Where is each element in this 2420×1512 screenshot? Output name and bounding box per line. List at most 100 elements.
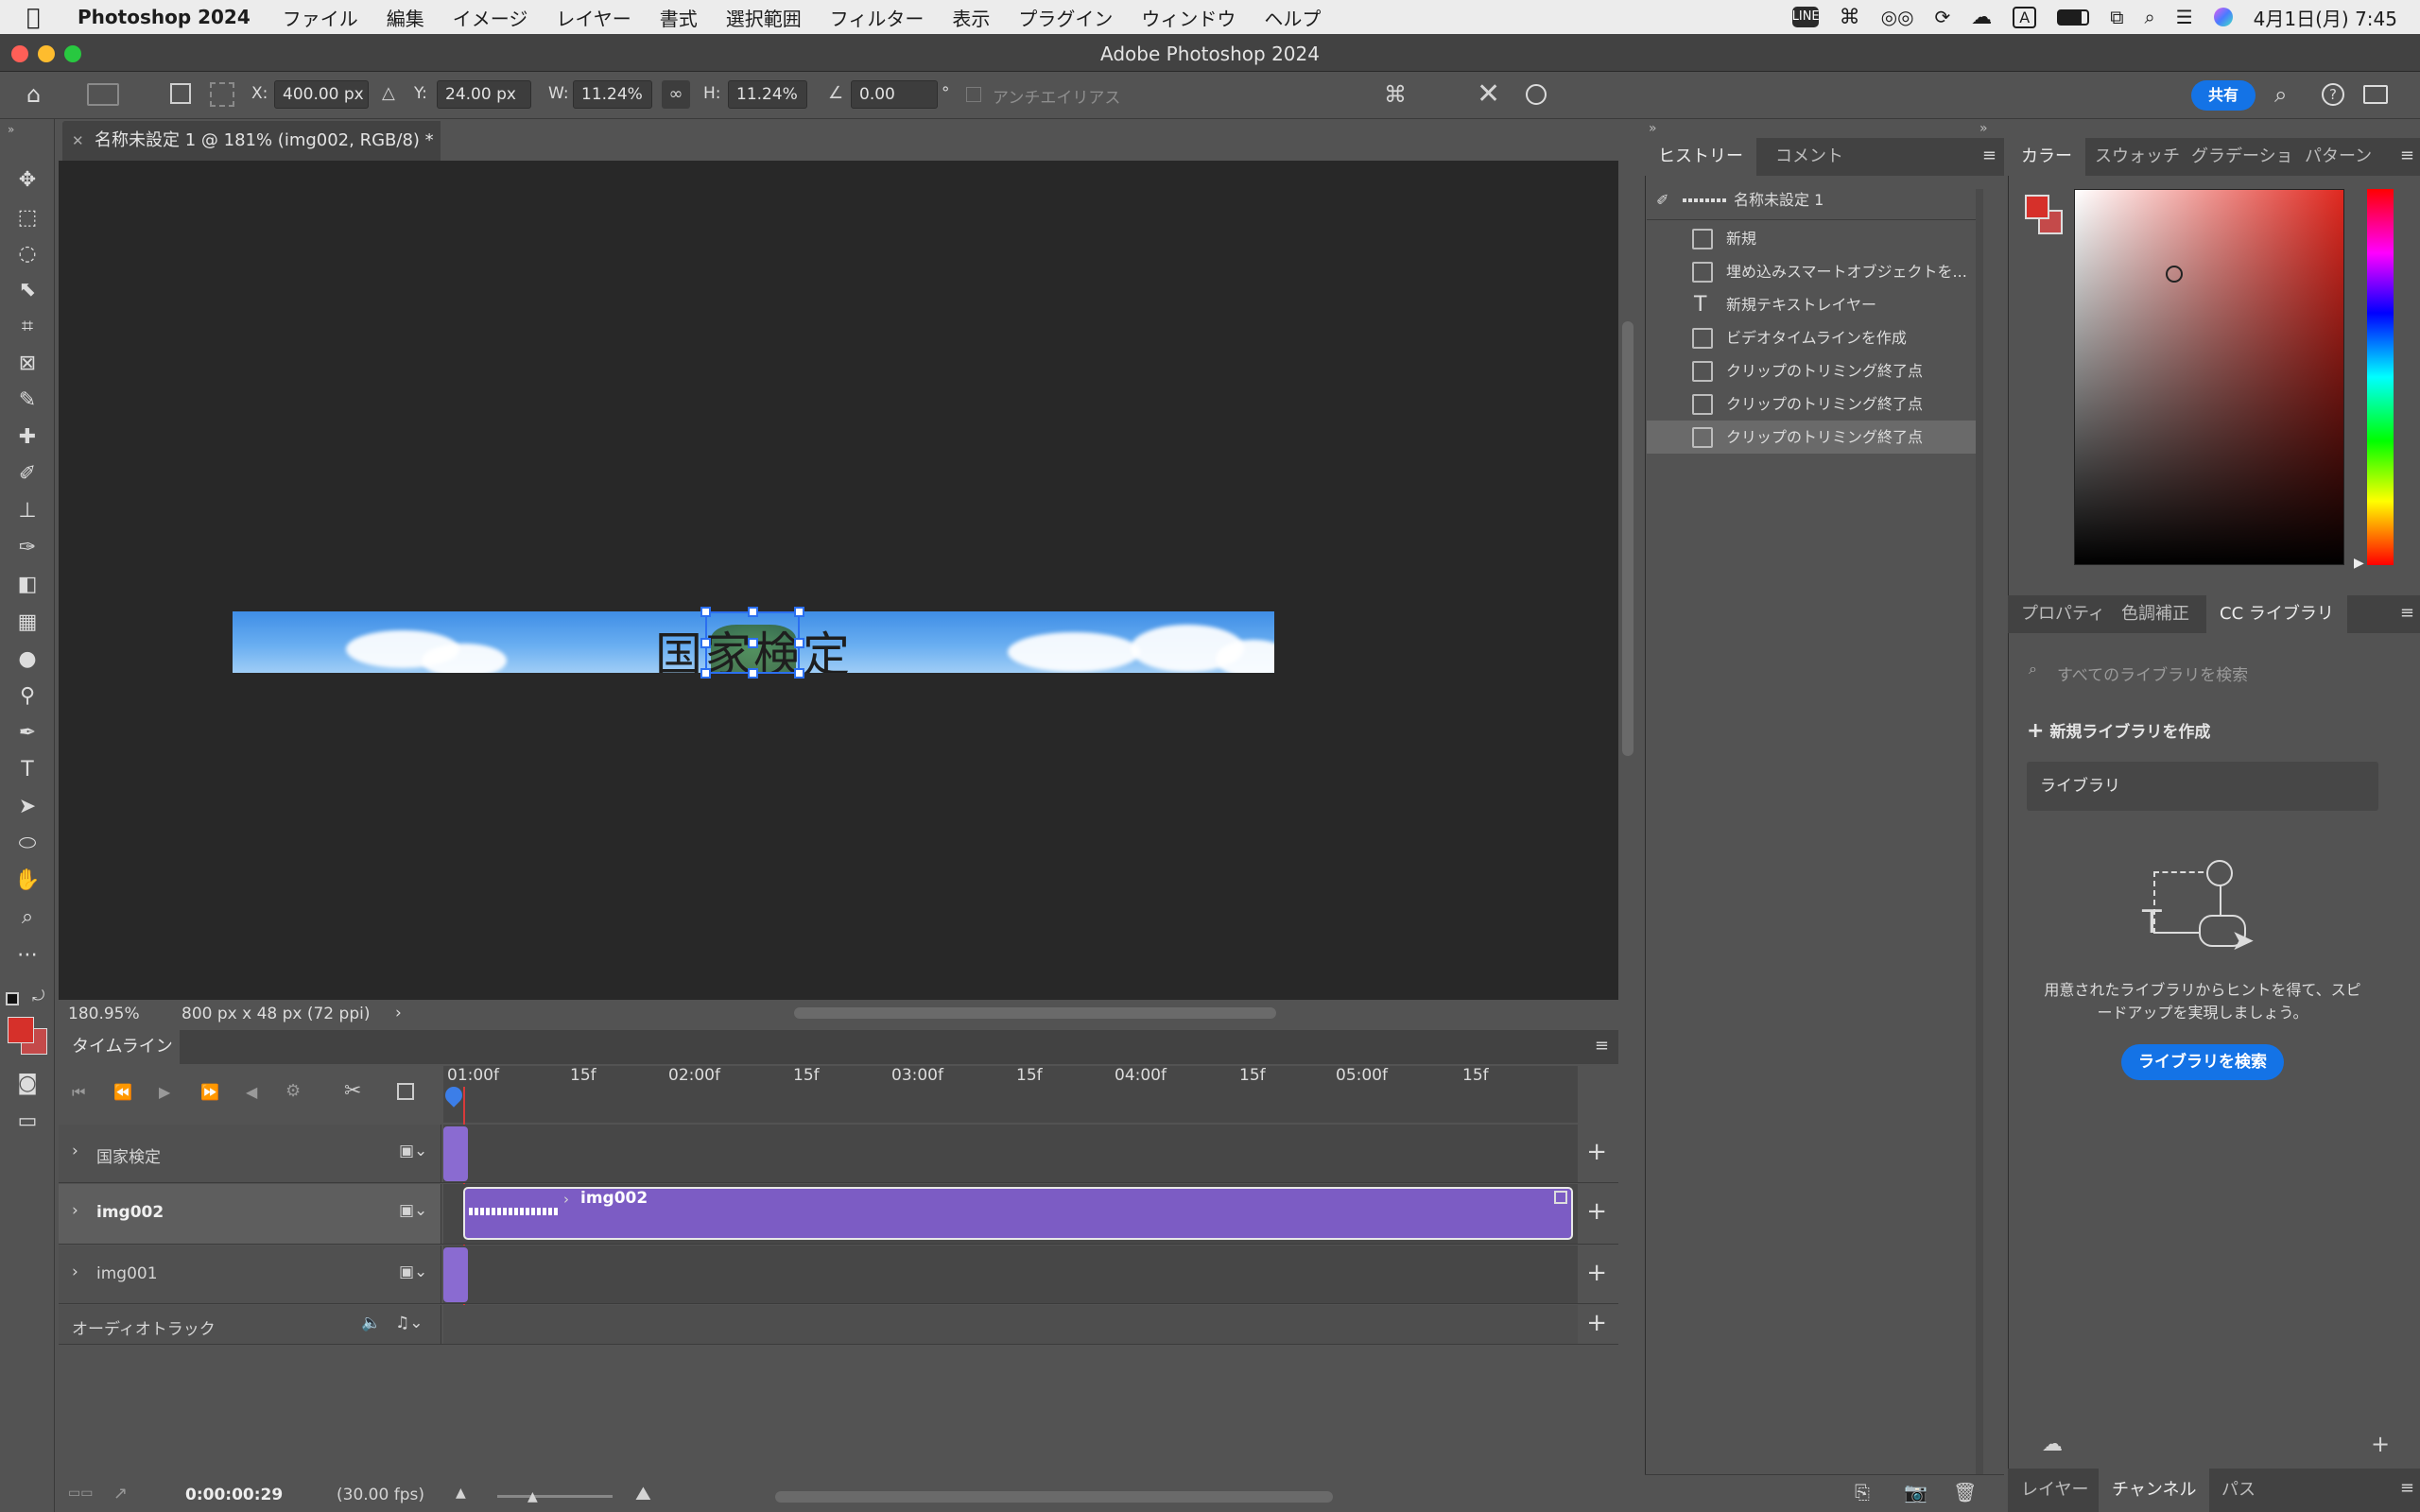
pen-tool-icon[interactable]: ✒ (13, 719, 42, 747)
track-row[interactable]: › img001 ▣⌄ + (59, 1246, 1618, 1304)
expand-track-icon[interactable]: › (72, 1142, 78, 1160)
film-strip-icon[interactable]: ▣⌄ (399, 1263, 427, 1281)
apple-icon[interactable]:  (26, 4, 55, 30)
color-picker-field[interactable] (2074, 189, 2344, 565)
collapse-panel-icon[interactable]: » (1649, 121, 1657, 136)
library-search[interactable]: ⌕ すべてのライブラリを検索 (2027, 654, 2378, 690)
tab-gradients[interactable]: グラデーショ (2178, 138, 2307, 176)
color-panel-foreground-swatch[interactable] (2025, 195, 2049, 219)
add-media-icon[interactable]: + (1586, 1138, 1607, 1166)
history-brush-source-icon[interactable]: ✐ (1656, 183, 1668, 216)
menu-plugins[interactable]: プラグイン (1018, 4, 1113, 31)
dodge-tool-icon[interactable]: ⚲ (13, 682, 42, 711)
render-video-icon[interactable]: ↗ (113, 1484, 128, 1503)
clip-chevron-icon[interactable]: › (563, 1191, 569, 1208)
clone-stamp-tool-icon[interactable]: ⊥ (13, 497, 42, 525)
canvas-horizontal-scrollbar[interactable] (794, 1007, 1276, 1019)
library-search-input[interactable]: すべてのライブラリを検索 (2057, 662, 2248, 685)
eraser-tool-icon[interactable]: ◧ (13, 571, 42, 599)
expand-panels-icon[interactable]: » (1979, 121, 1988, 136)
playhead[interactable] (441, 1083, 466, 1108)
foreground-color-swatch[interactable] (8, 1017, 34, 1043)
tab-comments[interactable]: コメント (1762, 138, 1857, 176)
reference-point-toggle[interactable] (170, 83, 191, 104)
audio-mute-icon[interactable]: ◀ (246, 1083, 257, 1101)
share-button[interactable]: 共有 (2191, 80, 2256, 111)
panel-menu-icon[interactable]: ≡ (2400, 1478, 2414, 1498)
history-state[interactable]: クリップのトリミング終了点 (1647, 354, 1981, 387)
tab-channels[interactable]: チャンネル (2099, 1469, 2210, 1512)
spotlight-search-icon[interactable]: ⌕ (2145, 6, 2155, 28)
gradient-tool-icon[interactable]: ▦ (13, 609, 42, 637)
transform-mode-icon[interactable] (87, 83, 119, 106)
control-center-icon[interactable]: ☰ (2176, 6, 2193, 28)
height-field[interactable]: 11.24% (728, 80, 807, 109)
history-brush-tool-icon[interactable]: ✑ (13, 534, 42, 562)
tab-cc-libraries[interactable]: CC ライブラリ (2206, 595, 2347, 633)
canvas-vertical-scrollbar[interactable] (1622, 321, 1634, 756)
glasses-icon[interactable]: ◎◎ (1881, 6, 1914, 28)
timeline-tab[interactable]: タイムライン (59, 1030, 180, 1064)
ellipse-tool-icon[interactable]: ⬭ (13, 830, 42, 858)
menu-edit[interactable]: 編集 (387, 4, 424, 31)
zoom-level[interactable]: 180.95% (68, 1005, 140, 1023)
speaker-icon[interactable]: 🔈 (361, 1314, 381, 1332)
hue-slider-thumb[interactable]: ▶ (2354, 556, 2364, 571)
history-state[interactable]: 埋め込みスマートオブジェクトを... (1647, 255, 1981, 288)
color-picker-cursor[interactable] (2166, 266, 2183, 283)
blur-tool-icon[interactable]: ● (13, 645, 42, 674)
zoom-out-timeline-icon[interactable]: ▲ (456, 1486, 466, 1501)
canvas-area[interactable] (59, 161, 1618, 1000)
clip-menu-icon[interactable] (1554, 1191, 1567, 1204)
tab-paths[interactable]: パス (2208, 1469, 2269, 1512)
video-clip[interactable]: › img002 (463, 1187, 1573, 1240)
panel-menu-icon[interactable]: ≡ (1982, 146, 1996, 165)
timeline-ruler[interactable]: 01:00f 15f 02:00f 15f 03:00f 15f 04:00f … (441, 1066, 1578, 1123)
object-selection-tool-icon[interactable]: ⬉ (13, 276, 42, 304)
line-icon[interactable]: LINE (1791, 7, 1820, 27)
transform-handle[interactable] (700, 638, 711, 648)
menu-help[interactable]: ヘルプ (1264, 4, 1321, 31)
x-position-field[interactable]: 400.00 px (274, 80, 369, 109)
add-library-icon[interactable]: + (2371, 1431, 2390, 1457)
tab-properties[interactable]: プロパティ (2008, 595, 2118, 633)
new-library-button[interactable]: + 新規ライブラリを作成 (2027, 718, 2210, 743)
default-colors-icon[interactable] (6, 992, 19, 1005)
menu-filter[interactable]: フィルター (830, 4, 925, 31)
split-clip-icon[interactable]: ✂ (344, 1079, 361, 1103)
more-tools-icon[interactable]: ⋯ (13, 941, 42, 970)
transform-handle[interactable] (794, 607, 804, 617)
tab-patterns[interactable]: パターン (2291, 138, 2385, 176)
menu-layer[interactable]: レイヤー (556, 4, 631, 31)
command-icon[interactable]: ⌘ (1840, 6, 1860, 29)
antialias-checkbox[interactable] (966, 87, 981, 102)
play-icon[interactable]: ▶ (159, 1083, 170, 1101)
search-libraries-button[interactable]: ライブラリを検索 (2121, 1044, 2284, 1080)
screen-mode-icon[interactable]: ▭ (13, 1108, 42, 1136)
marquee-tool-icon[interactable]: ⬚ (13, 204, 42, 232)
history-snapshot[interactable]: ✐ 名称未設定 1 (1647, 183, 1981, 216)
next-frame-icon[interactable]: ⏩ (200, 1083, 219, 1101)
zoom-slider-thumb[interactable]: ▲ (527, 1489, 538, 1504)
status-chevron-icon[interactable]: › (395, 1004, 402, 1022)
menu-image[interactable]: イメージ (453, 4, 528, 31)
cloud-icon[interactable]: ☁ (2042, 1433, 2063, 1456)
battery-icon[interactable] (2057, 9, 2090, 26)
healing-brush-tool-icon[interactable]: ✚ (13, 423, 42, 452)
transform-handle[interactable] (794, 668, 804, 679)
timeline-scrollbar[interactable] (775, 1491, 1333, 1503)
track-row[interactable]: オーディオトラック 🔈 ♫⌄ + (59, 1305, 1618, 1345)
menu-view[interactable]: 表示 (952, 4, 990, 31)
frame-tool-icon[interactable]: ⊠ (13, 350, 42, 378)
history-state-selected[interactable]: クリップのトリミング終了点 (1647, 421, 1981, 454)
zoom-in-timeline-icon[interactable]: ⛰ (635, 1482, 651, 1504)
help-icon[interactable]: ? (2322, 83, 2344, 106)
new-document-from-state-icon[interactable]: ⎘ (1855, 1481, 1870, 1503)
tab-color[interactable]: カラー (2008, 138, 2085, 176)
menu-select[interactable]: 選択範囲 (726, 4, 802, 31)
crop-tool-icon[interactable]: ⌗ (13, 313, 42, 341)
transform-handle[interactable] (794, 638, 804, 648)
go-to-first-frame-icon[interactable]: ⏮ (72, 1083, 85, 1102)
panel-menu-icon[interactable]: ≡ (1595, 1036, 1609, 1056)
transform-handle[interactable] (700, 607, 711, 617)
